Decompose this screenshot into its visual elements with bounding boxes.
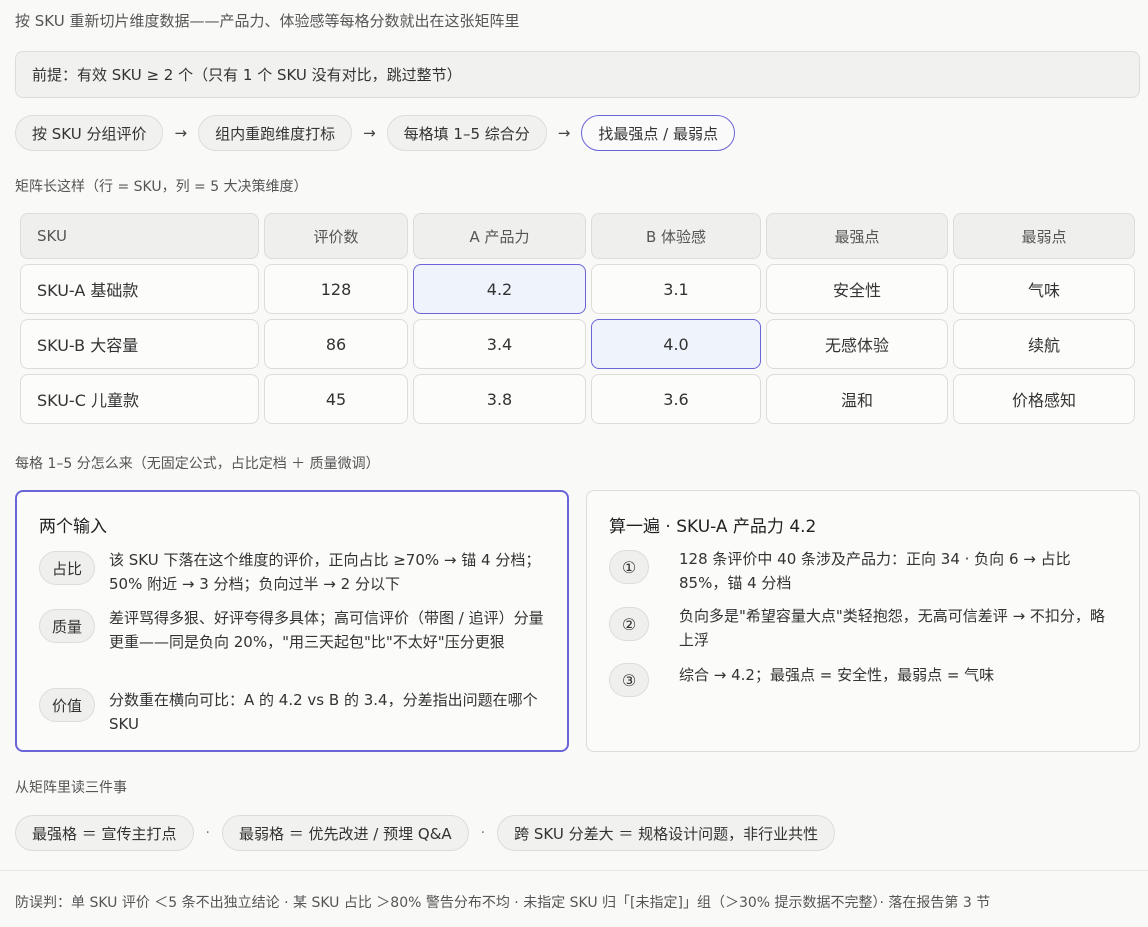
- step-number-icon: ②: [609, 607, 649, 641]
- matrix-cell-weakest: 价格感知: [953, 374, 1135, 424]
- read-item-gap: 跨 SKU 分差大 ＝ 规格设计问题，非行业共性: [497, 815, 836, 851]
- matrix-cell-score: 3.6: [591, 374, 761, 424]
- calc-card-title: 算一遍 · SKU-A 产品力 4.2: [609, 517, 817, 537]
- calc-step: ② 负向多是"希望容量大点"类轻抱怨，无高可信差评 → 不扣分，略上浮: [609, 604, 1119, 652]
- read-item-weakest: 最弱格 ＝ 优先改进 / 预埋 Q&A: [222, 815, 469, 851]
- matrix-cell-highlight: 4.0: [591, 319, 761, 369]
- separator: ·: [205, 825, 210, 841]
- inputs-card: 两个输入 占比 该 SKU 下落在这个维度的评价，正向占比 ≥70% → 锚 4…: [15, 490, 569, 752]
- calc-text: 128 条评价中 40 条涉及产品力：正向 34 · 负向 6 → 占比 85%…: [679, 550, 1071, 592]
- footer-note: 防误判：单 SKU 评价 ＜5 条不出独立结论 · 某 SKU 占比 ＞80% …: [15, 895, 991, 911]
- input-item: 质量 差评骂得多狠、好评夸得多具体；高可信评价（带图 / 追评）分量更重——同是…: [39, 606, 549, 654]
- separator: ·: [480, 825, 486, 841]
- matrix-cell-sku: SKU-C 儿童款: [20, 374, 259, 424]
- process-flow: 按 SKU 分组评价 → 组内重跑维度打标 → 每格填 1–5 综合分 → 找最…: [15, 115, 735, 151]
- matrix-cell-score: 3.4: [413, 319, 586, 369]
- input-text: 差评骂得多狠、好评夸得多具体；高可信评价（带图 / 追评）分量更重——同是负向 …: [109, 609, 544, 651]
- read-title: 从矩阵里读三件事: [15, 780, 127, 796]
- input-item: 占比 该 SKU 下落在这个维度的评价，正向占比 ≥70% → 锚 4 分档；5…: [39, 548, 549, 596]
- matrix-cell-score: 3.8: [413, 374, 586, 424]
- input-item: 价值 分数重在横向可比：A 的 4.2 vs B 的 3.4，分差指出问题在哪个…: [39, 688, 549, 736]
- matrix-header-cell: A 产品力: [413, 213, 586, 259]
- inputs-card-title: 两个输入: [39, 517, 107, 537]
- calc-step: ③ 综合 → 4.2；最强点 = 安全性，最弱点 = 气味: [609, 663, 1119, 697]
- step-number-icon: ③: [609, 663, 649, 697]
- matrix-cell-weakest: 续航: [953, 319, 1135, 369]
- read-items: 最强格 ＝ 宣传主打点 · 最弱格 ＝ 优先改进 / 预埋 Q&A · 跨 SK…: [15, 815, 836, 851]
- matrix-cell-sku: SKU-B 大容量: [20, 319, 259, 369]
- matrix-cell-score: 3.1: [591, 264, 761, 314]
- input-tag: 质量: [39, 609, 95, 643]
- matrix-title: 矩阵长这样（行 = SKU，列 = 5 大决策维度）: [15, 179, 308, 195]
- input-tag: 占比: [39, 551, 95, 585]
- flow-step-tag: 组内重跑维度打标: [198, 115, 353, 151]
- matrix-cell-strongest: 温和: [766, 374, 948, 424]
- matrix-cell-strongest: 安全性: [766, 264, 948, 314]
- matrix-header-cell: SKU: [20, 213, 259, 259]
- calc-step: ① 128 条评价中 40 条涉及产品力：正向 34 · 负向 6 → 占比 8…: [609, 547, 1119, 595]
- arrow-right-icon: →: [174, 124, 188, 142]
- matrix-cell-count: 86: [264, 319, 408, 369]
- input-text: 该 SKU 下落在这个维度的评价，正向占比 ≥70% → 锚 4 分档；50% …: [109, 551, 541, 593]
- intro-text: 按 SKU 重新切片维度数据——产品力、体验感等每格分数就出在这张矩阵里: [15, 12, 520, 30]
- arrow-right-icon: →: [557, 124, 571, 142]
- input-tag: 价值: [39, 688, 95, 722]
- read-item-strongest: 最强格 ＝ 宣传主打点: [15, 815, 194, 851]
- score-title: 每格 1–5 分怎么来（无固定公式，占比定档 ＋ 质量微调）: [15, 456, 380, 472]
- matrix-cell-strongest: 无感体验: [766, 319, 948, 369]
- calc-text: 综合 → 4.2；最强点 = 安全性，最弱点 = 气味: [679, 666, 995, 684]
- matrix-cell-sku: SKU-A 基础款: [20, 264, 259, 314]
- flow-step-find: 找最强点 / 最弱点: [581, 115, 735, 151]
- flow-step-score: 每格填 1–5 综合分: [386, 115, 547, 151]
- arrow-right-icon: →: [363, 124, 376, 142]
- matrix-header-cell: 最弱点: [953, 213, 1135, 259]
- step-number-icon: ①: [609, 550, 649, 584]
- matrix-header-cell: 评价数: [264, 213, 408, 259]
- premise-box: 前提：有效 SKU ≥ 2 个（只有 1 个 SKU 没有对比，跳过整节）: [15, 51, 1140, 98]
- divider: [0, 870, 1148, 871]
- matrix-header-cell: B 体验感: [591, 213, 761, 259]
- calc-text: 负向多是"希望容量大点"类轻抱怨，无高可信差评 → 不扣分，略上浮: [679, 607, 1105, 649]
- flow-step-group: 按 SKU 分组评价: [15, 115, 164, 151]
- input-text: 分数重在横向可比：A 的 4.2 vs B 的 3.4，分差指出问题在哪个 SK…: [109, 691, 538, 733]
- matrix-cell-count: 128: [264, 264, 408, 314]
- matrix-cell-highlight: 4.2: [413, 264, 586, 314]
- calc-card: 算一遍 · SKU-A 产品力 4.2 ① 128 条评价中 40 条涉及产品力…: [586, 490, 1140, 752]
- matrix-header-cell: 最强点: [766, 213, 948, 259]
- matrix-cell-weakest: 气味: [953, 264, 1135, 314]
- matrix-cell-count: 45: [264, 374, 408, 424]
